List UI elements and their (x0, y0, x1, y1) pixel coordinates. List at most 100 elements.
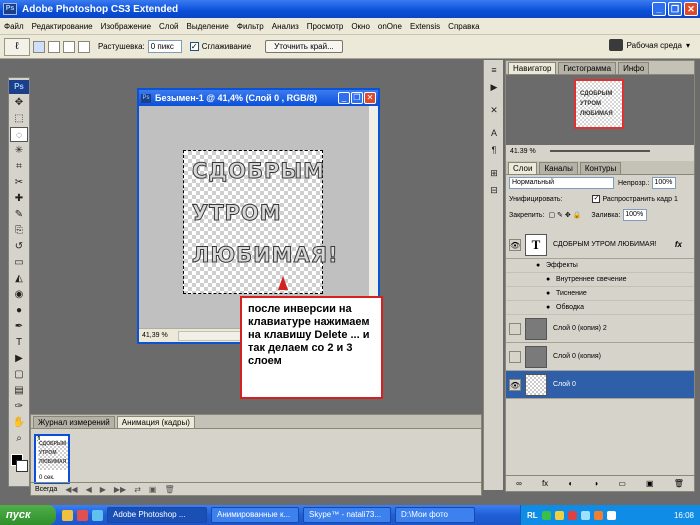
restore-button[interactable]: ❐ (668, 2, 682, 16)
tab-paths[interactable]: Контуры (579, 162, 622, 174)
quick-launch-icon[interactable] (62, 509, 73, 521)
clone-stamp-tool[interactable]: ⎘ (10, 223, 28, 238)
tray-icon[interactable] (593, 510, 603, 520)
layer-row-text[interactable]: 👁 T СДОБРЫМ УТРОМ ЛЮБИМАЯ! fx (506, 231, 694, 259)
healing-tool[interactable]: ✚ (10, 191, 28, 206)
adjustment-icon[interactable]: ◑ (593, 479, 598, 488)
photoshop-logo[interactable]: Ps (9, 80, 29, 94)
tab-info[interactable]: Инфо (618, 62, 650, 74)
history-brush-tool[interactable]: ↺ (10, 239, 28, 254)
eye-icon[interactable]: ● (536, 262, 544, 270)
presets-icon[interactable]: ⊟ (486, 183, 502, 197)
document-title-bar[interactable]: Ps Безымен-1 @ 41,4% (Слой 0 , RGB/8) _ … (139, 90, 378, 106)
dodge-tool[interactable]: ● (10, 303, 28, 318)
navigator-zoom-slider[interactable] (549, 150, 650, 152)
notes-tool[interactable]: ▤ (10, 383, 28, 398)
mask-icon[interactable]: ◐ (568, 479, 573, 488)
tab-layers[interactable]: Слои (508, 162, 538, 174)
tab-measurement-log[interactable]: Журнал измерений (33, 416, 115, 428)
lock-icons[interactable]: ▢ ✎ ✥ 🔒 (548, 211, 581, 219)
paragraph-icon[interactable]: ¶ (486, 143, 502, 157)
start-button[interactable]: пуск (0, 505, 56, 525)
next-frame-button[interactable]: ▶▶ (114, 485, 126, 494)
pen-tool[interactable]: ✒ (10, 319, 28, 334)
zoom-level[interactable]: 41,39 % (142, 332, 168, 339)
menu-analysis[interactable]: Анализ (268, 22, 303, 31)
tab-histogram[interactable]: Гистограмма (558, 62, 617, 74)
play-button[interactable]: ▶ (100, 485, 106, 494)
fx-icon[interactable]: fx (542, 479, 548, 488)
doc-close-button[interactable]: ✕ (364, 92, 376, 104)
crop-tool[interactable]: ⌗ (10, 159, 28, 174)
taskbar-button-browser[interactable]: Анимированные к... (211, 507, 299, 523)
move-tool[interactable]: ✥ (10, 95, 28, 110)
eyedropper-tool[interactable]: ✑ (10, 399, 28, 414)
taskbar-button-folder[interactable]: D:\Мои фото (395, 507, 475, 523)
fx-icon[interactable]: fx (675, 240, 682, 249)
group-icon[interactable]: ▭ (618, 479, 626, 488)
layer-comps-icon[interactable]: ⊞ (486, 166, 502, 180)
tray-icon[interactable] (606, 510, 616, 520)
visibility-toggle[interactable] (509, 350, 521, 363)
effects-row[interactable]: ● Эффекты (506, 259, 694, 273)
visibility-toggle[interactable] (509, 322, 521, 335)
minimize-button[interactable]: _ (652, 2, 666, 16)
paint-bucket-tool[interactable]: ◭ (10, 271, 28, 286)
lasso-preset-picker[interactable]: ℓ (4, 37, 30, 56)
loop-select[interactable]: Всегда (35, 486, 57, 493)
new-selection-button[interactable] (33, 40, 45, 53)
menu-image[interactable]: Изображение (97, 22, 155, 31)
layer-row[interactable]: Слой 0 (копия) 2 (506, 315, 694, 343)
tray-icon[interactable] (580, 510, 590, 520)
menu-window[interactable]: Окно (347, 22, 374, 31)
doc-restore-button[interactable]: ❐ (351, 92, 363, 104)
eye-icon[interactable]: ● (546, 276, 554, 284)
menu-extensis[interactable]: Extensis (406, 22, 444, 31)
frame-delay[interactable]: 0 сек. (39, 475, 55, 481)
zoom-tool[interactable]: ⌕ (10, 431, 28, 446)
brush-tool[interactable]: ✎ (10, 207, 28, 222)
effect-item[interactable]: ● Внутреннее свечение (506, 273, 694, 287)
animation-frame[interactable]: 1 СДОБРЫМ УТРОМ ЛЮБИМАЯ 0 сек. (34, 434, 70, 484)
effect-item[interactable]: ● Обводка (506, 301, 694, 315)
menu-filter[interactable]: Фильтр (233, 22, 268, 31)
hand-tool[interactable]: ✋ (10, 415, 28, 430)
background-color-swatch[interactable] (16, 460, 28, 472)
menu-edit[interactable]: Редактирование (28, 22, 97, 31)
new-layer-icon[interactable]: ▣ (646, 479, 654, 488)
eye-icon[interactable]: 👁 (509, 378, 521, 391)
chevron-down-icon[interactable]: ▾ (686, 41, 690, 50)
doc-minimize-button[interactable]: _ (338, 92, 350, 104)
history-icon[interactable]: ≡ (486, 63, 502, 77)
subtract-selection-button[interactable] (63, 40, 75, 53)
tray-icon[interactable] (567, 510, 577, 520)
navigator-thumbnail[interactable]: СДОБРЫМ УТРОМ ЛЮБИМАЯ (574, 79, 624, 129)
canvas-area[interactable]: СДОБРЫМ УТРОМ ЛЮБИМАЯ! (139, 106, 369, 328)
type-tool[interactable]: T (10, 335, 28, 350)
trash-icon[interactable]: 🗑 (164, 485, 174, 494)
prev-frame-button[interactable]: ◀ (86, 485, 92, 494)
tween-button[interactable]: ⇄ (134, 485, 141, 494)
image-canvas[interactable]: СДОБРЫМ УТРОМ ЛЮБИМАЯ! (183, 150, 338, 294)
menu-file[interactable]: Файл (0, 22, 28, 31)
close-button[interactable]: ✕ (684, 2, 698, 16)
tab-navigator[interactable]: Навигатор (508, 62, 557, 74)
eye-icon[interactable]: ● (546, 290, 554, 298)
duplicate-frame-button[interactable]: ▣ (149, 485, 157, 494)
propagate-checkbox[interactable]: ✓ (592, 195, 601, 203)
blur-tool[interactable]: ◉ (10, 287, 28, 302)
marquee-tool[interactable]: ⬚ (10, 111, 28, 126)
refine-edge-button[interactable]: Уточнить край... (265, 40, 343, 53)
taskbar-button-photoshop[interactable]: Adobe Photoshop ... (107, 507, 207, 523)
feather-input[interactable]: 0 пикс (147, 40, 182, 53)
workspace-menu[interactable]: Рабочая среда (627, 41, 682, 50)
quick-launch-icon[interactable] (77, 509, 88, 521)
tray-icon[interactable] (554, 510, 564, 520)
fill-input[interactable]: 100% (623, 209, 648, 221)
language-indicator[interactable]: RL (527, 511, 538, 520)
navigator-preview[interactable]: СДОБРЫМ УТРОМ ЛЮБИМАЯ (506, 75, 694, 145)
taskbar-button-skype[interactable]: Skype™ - natali73... (303, 507, 391, 523)
character-icon[interactable]: A (486, 126, 502, 140)
path-selection-tool[interactable]: ▶ (10, 351, 28, 366)
opacity-input[interactable]: 100% (652, 177, 677, 189)
